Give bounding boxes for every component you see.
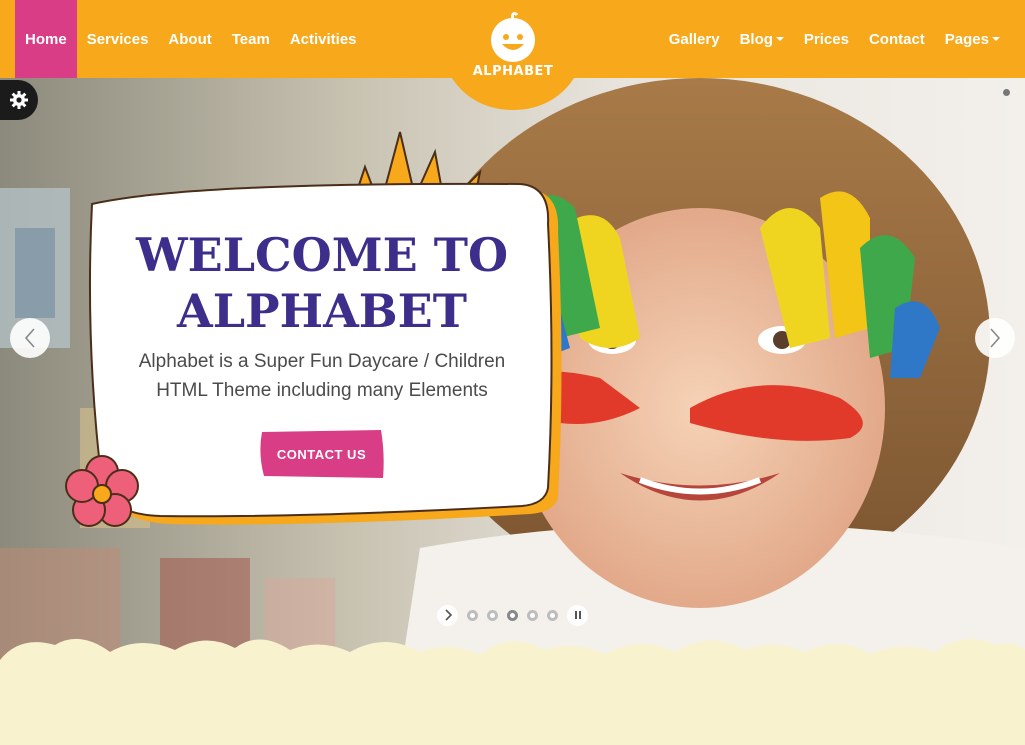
site-logo[interactable]: ALPHABET — [437, 0, 589, 110]
nav-prices[interactable]: Prices — [794, 0, 859, 78]
nav-home[interactable]: Home — [15, 0, 77, 78]
caret-down-icon — [775, 37, 784, 41]
hero-title-line-2: ALPHABET — [177, 284, 467, 338]
contact-us-label: CONTACT US — [276, 446, 367, 462]
nav-activities[interactable]: Activities — [280, 0, 367, 78]
slider-prev-button[interactable] — [10, 318, 50, 358]
chevron-left-icon — [24, 328, 35, 348]
contact-us-button[interactable]: CONTACT US — [258, 430, 385, 478]
slider-next-button[interactable] — [975, 318, 1015, 358]
pager-next-button[interactable] — [437, 604, 458, 626]
slider-pager — [437, 604, 588, 626]
pager-dot-3[interactable] — [507, 609, 518, 621]
pause-icon — [574, 611, 581, 619]
nav-blog-label: Blog — [739, 30, 773, 48]
hero-subtitle-line-1: Alphabet is a Super Fun Daycare / Childr… — [138, 351, 506, 372]
hero-subtitle: Alphabet is a Super Fun Daycare / Childr… — [110, 347, 534, 405]
slider-indicator-dot — [1003, 89, 1010, 96]
pager-dot-1[interactable] — [467, 609, 478, 621]
hero-title-line-1: WELCOME TO — [135, 228, 509, 282]
kid-face-icon — [491, 12, 535, 62]
pager-dot-5[interactable] — [547, 609, 558, 621]
cloud-divider — [0, 638, 1025, 690]
nav-about[interactable]: About — [158, 0, 221, 78]
pager-pause-button[interactable] — [567, 604, 588, 626]
pager-dot-2[interactable] — [487, 609, 498, 621]
logo-text: ALPHABET — [472, 64, 554, 79]
nav-contact[interactable]: Contact — [859, 0, 935, 78]
primary-nav-right: Gallery Blog Prices Contact Pages — [659, 0, 1010, 78]
nav-services[interactable]: Services — [77, 0, 159, 78]
nav-gallery[interactable]: Gallery — [659, 0, 730, 78]
nav-pages-label: Pages — [944, 30, 989, 48]
nav-team[interactable]: Team — [222, 0, 280, 78]
caret-down-icon — [992, 37, 1000, 41]
nav-pages[interactable]: Pages — [935, 0, 1010, 78]
pager-dot-4[interactable] — [527, 609, 538, 621]
chevron-right-icon — [990, 328, 1001, 348]
hero-subtitle-line-2: HTML Theme including many Elements — [156, 380, 488, 401]
hero-title: WELCOME TO ALPHABET — [88, 227, 556, 339]
gear-icon — [10, 91, 28, 109]
nav-blog[interactable]: Blog — [730, 0, 794, 78]
primary-nav-left: Home Services About Team Activities — [15, 0, 367, 78]
chevron-right-icon — [444, 609, 452, 621]
